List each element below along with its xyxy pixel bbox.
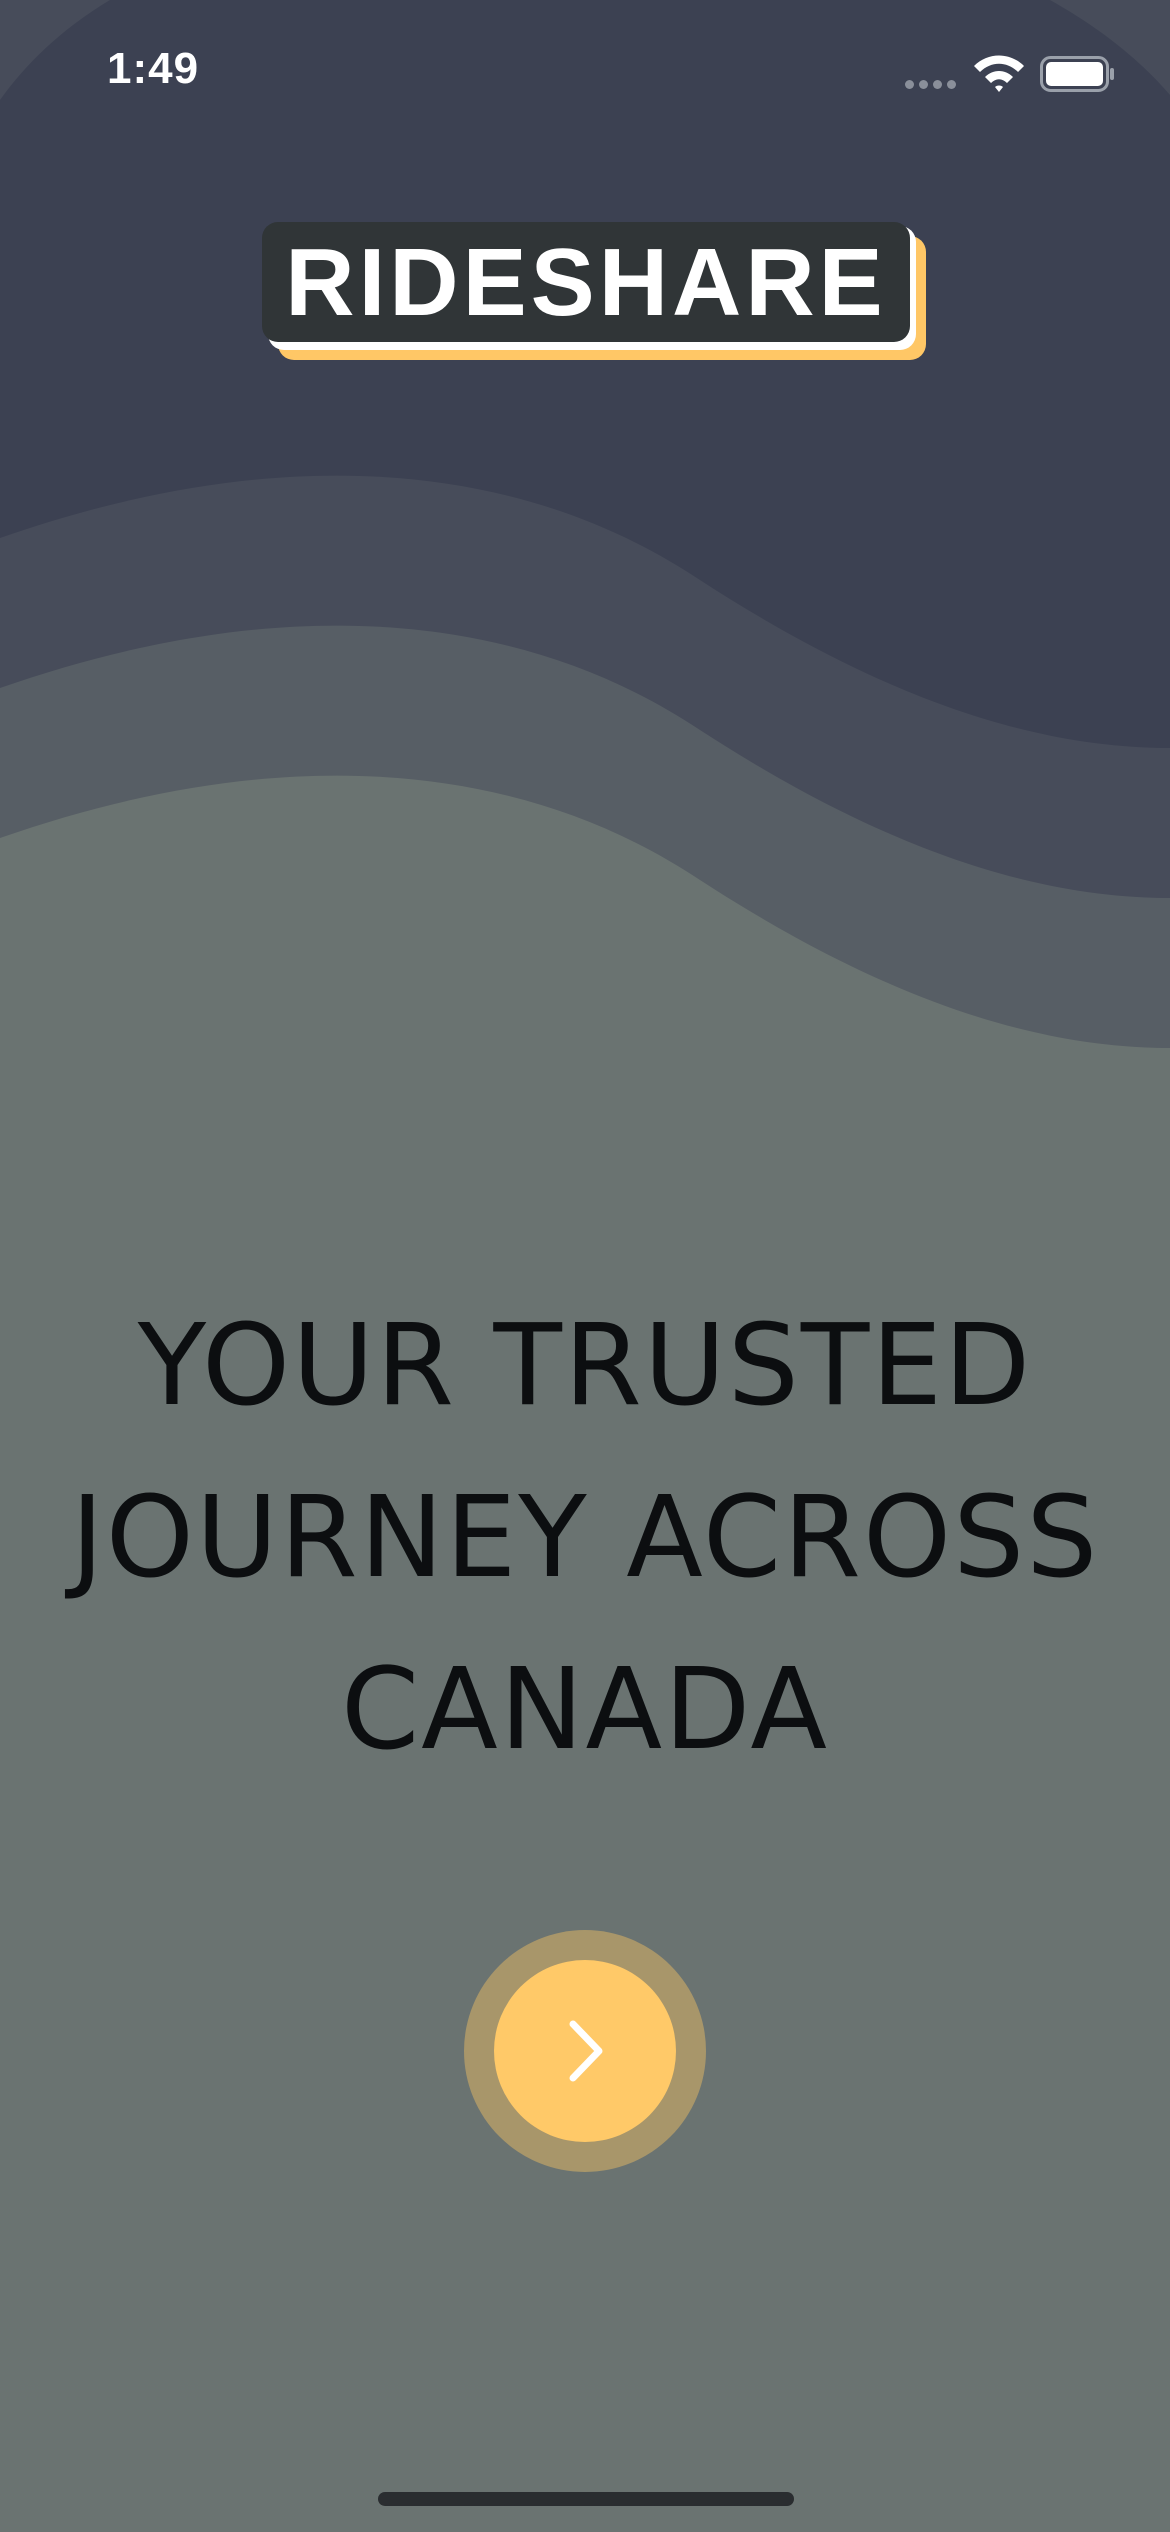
home-indicator[interactable]	[378, 2492, 794, 2506]
tagline-line-3: CANADA	[340, 1645, 830, 1775]
next-button[interactable]	[464, 1930, 706, 2172]
logo-text: RIDESHARE	[285, 229, 887, 336]
tagline: YOUR TRUSTED JOURNEY ACROSS CANADA	[60, 1280, 1110, 1796]
onboarding-screen: 1:49 RIDESHARE YOUR TRUSTED JOURNEY ACRO…	[0, 0, 1170, 2532]
battery-icon	[1040, 56, 1114, 92]
signal-icon	[905, 80, 959, 90]
status-bar: 1:49	[0, 0, 1170, 140]
rideshare-logo: RIDESHARE	[262, 222, 926, 362]
tagline-line-1: YOUR TRUSTED	[137, 1301, 1033, 1431]
tagline-line-2: JOURNEY ACROSS	[70, 1473, 1100, 1603]
wave-background	[0, 0, 1170, 1100]
logo-box: RIDESHARE	[262, 222, 910, 342]
wifi-icon	[974, 55, 1024, 92]
chevron-right-icon	[569, 2020, 603, 2082]
next-button-inner[interactable]	[494, 1960, 676, 2142]
status-time: 1:49	[107, 44, 200, 93]
